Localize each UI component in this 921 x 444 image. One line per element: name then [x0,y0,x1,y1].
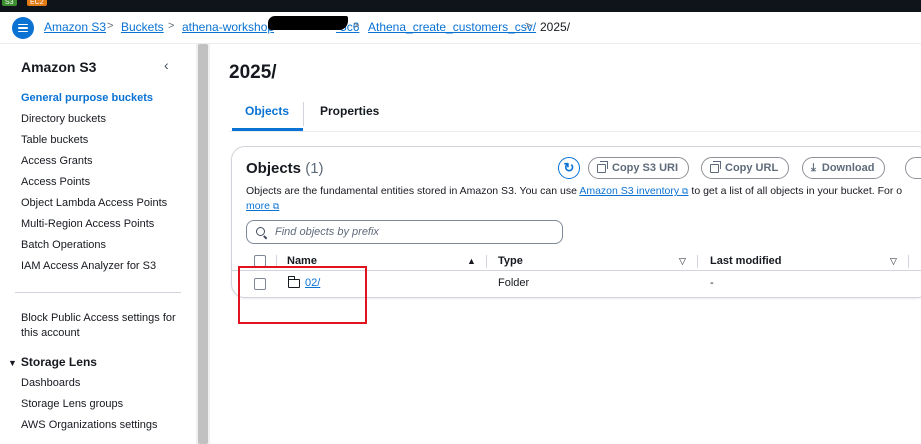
object-count: (1) [305,160,324,177]
annotation-highlight-box [238,266,367,324]
copy-icon [710,160,721,173]
copy-s3-uri-label: Copy S3 URI [612,162,679,174]
objects-panel-title: Objects (1) [246,160,324,177]
tab-properties[interactable]: Properties [320,104,379,118]
column-separator [486,255,487,268]
breadcrumb-folder[interactable]: Athena_create_customers_csv/ [368,20,536,34]
column-header-last-modified[interactable]: Last modified [710,255,782,267]
open-button[interactable] [905,157,921,179]
refresh-button[interactable]: ↻ [558,157,580,179]
external-link-icon: ⧉ [272,201,280,211]
bucket-name: athena-workshop [182,20,275,34]
learn-more-link[interactable]: more ⧉ [246,200,279,212]
refresh-icon: ↻ [563,160,575,175]
tab-objects[interactable]: Objects [245,104,289,118]
column-separator [908,255,909,268]
sidebar-item-aws-organizations-settings[interactable]: AWS Organizations settings [21,419,158,431]
search-field[interactable] [246,220,563,244]
learn-more-text: more [246,200,270,212]
page-title: 2025/ [229,62,277,83]
sidebar-item-storage-lens-groups[interactable]: Storage Lens groups [21,398,123,410]
sidebar-divider [15,292,181,293]
sidebar-item-object-lambda-access-points[interactable]: Object Lambda Access Points [21,197,167,209]
sidebar-item-multi-region-access-points[interactable]: Multi-Region Access Points [21,218,154,230]
redaction-mark [268,16,348,30]
chevron-right-icon: > [353,20,360,32]
copy-s3-uri-button[interactable]: Copy S3 URI [588,157,690,179]
sidebar-scrollbar[interactable] [196,44,210,444]
sort-ascending-icon[interactable]: ▲ [467,256,476,266]
description-text-cont: to get a list of all objects in your buc… [688,185,903,197]
breadcrumb-current: 2025/ [540,20,571,34]
collapse-icon[interactable]: ‹ [164,57,169,73]
scrollbar-thumb[interactable] [198,44,208,444]
search-input[interactable] [273,224,558,240]
download-label: Download [821,162,875,174]
sidebar: Amazon S3 ‹ General purpose buckets Dire… [0,44,196,444]
sidebar-item-block-public-access[interactable]: Block Public Access settings for this ac… [21,311,181,341]
breadcrumb-amazon-s3[interactable]: Amazon S3 [44,20,106,34]
top-navigation-bar: S3 EC2 [0,0,921,12]
description-text: Objects are the fundamental entities sto… [246,185,580,197]
chevron-right-icon: > [168,20,175,32]
object-last-modified: - [710,277,714,289]
s3-inventory-link[interactable]: Amazon S3 inventory ⧉ [579,185,688,197]
copy-url-button[interactable]: Copy URL [701,157,790,179]
search-icon [256,227,265,236]
download-icon: ⤓ [811,161,816,174]
sidebar-item-dashboards[interactable]: Dashboards [21,377,80,389]
objects-description: Objects are the fundamental entities sto… [246,184,921,214]
sidebar-section-label: Storage Lens [20,355,97,369]
sidebar-title: Amazon S3 [21,59,97,75]
column-header-type[interactable]: Type [498,255,523,267]
breadcrumb: Amazon S3 > Buckets > athena-workshop -5c… [0,12,921,44]
chevron-right-icon: > [525,20,532,32]
breadcrumb-buckets[interactable]: Buckets [121,20,164,34]
menu-icon[interactable] [12,17,34,39]
tab-separator [303,102,304,126]
copy-url-label: Copy URL [725,162,779,174]
sidebar-item-table-buckets[interactable]: Table buckets [21,134,88,146]
column-separator [697,255,698,268]
sidebar-item-access-grants[interactable]: Access Grants [21,155,93,167]
sort-icon[interactable]: ▽ [890,256,897,267]
s3-shortcut-badge[interactable]: S3 [2,0,17,6]
sidebar-item-directory-buckets[interactable]: Directory buckets [21,113,106,125]
tabs-divider [229,131,921,132]
panel-title-text: Objects [246,160,302,177]
sidebar-item-access-points[interactable]: Access Points [21,176,90,188]
sidebar-section-storage-lens[interactable]: ▼ Storage Lens [8,355,97,369]
sort-icon[interactable]: ▽ [679,256,686,267]
chevron-right-icon: > [107,20,114,32]
copy-icon [597,160,608,173]
ec2-shortcut-badge[interactable]: EC2 [27,0,47,6]
object-type: Folder [498,277,530,289]
s3-inventory-link-text: Amazon S3 inventory [579,185,680,197]
caret-down-icon: ▼ [8,358,17,368]
sidebar-item-batch-operations[interactable]: Batch Operations [21,239,106,251]
download-button[interactable]: ⤓ Download [802,157,886,179]
sidebar-item-iam-access-analyzer[interactable]: IAM Access Analyzer for S3 [21,260,156,272]
sidebar-item-general-purpose-buckets[interactable]: General purpose buckets [21,92,153,104]
